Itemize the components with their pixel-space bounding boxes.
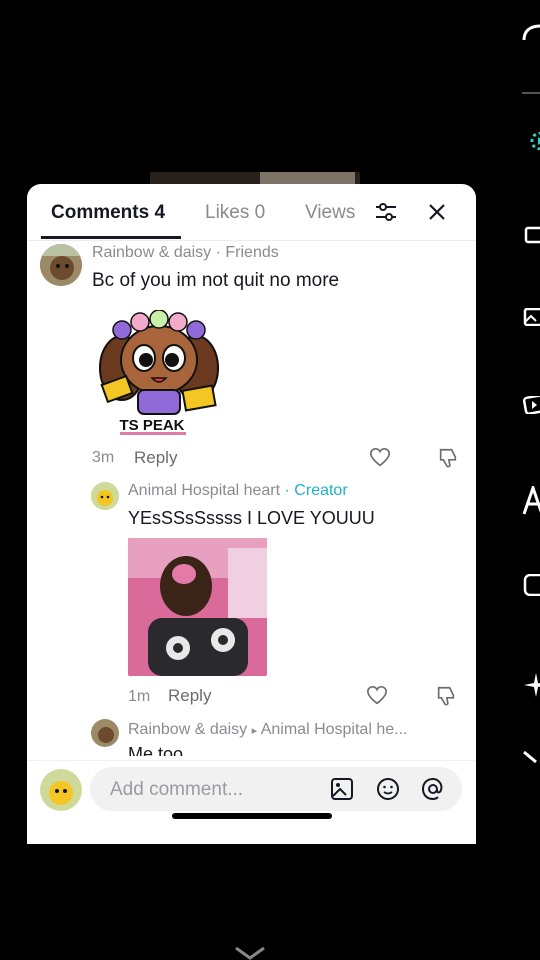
right-toolbar <box>510 0 540 960</box>
comment-meta: Rainbow & daisy · Friends <box>92 244 279 262</box>
reply-item: Rainbow & daisy ▸ Animal Hospital he... … <box>27 716 476 756</box>
reply-item: Animal Hospital heart · Creator YEsSSsSs… <box>27 478 476 718</box>
gif-image <box>128 538 267 676</box>
comment-author[interactable]: Animal Hospital heart <box>128 482 280 499</box>
comment-author[interactable]: Rainbow & daisy <box>128 721 247 738</box>
avatar[interactable] <box>91 482 119 510</box>
comment-meta: Animal Hospital heart · Creator <box>128 482 348 500</box>
tab-views[interactable]: Views <box>305 202 355 224</box>
comment-input-bar <box>27 760 476 844</box>
comment-author[interactable]: Rainbow & daisy <box>92 244 211 261</box>
heart-icon[interactable] <box>369 447 391 469</box>
effects-icon[interactable] <box>522 132 540 150</box>
at-icon[interactable] <box>421 777 445 801</box>
share-icon[interactable] <box>522 22 540 40</box>
chevron-down-icon[interactable] <box>522 748 540 766</box>
reply-button[interactable]: Reply <box>134 448 177 468</box>
photo-icon[interactable] <box>522 308 540 326</box>
comment-item: Rainbow & daisy · Friends Bc of you im n… <box>27 240 476 480</box>
chevron-down-icon[interactable] <box>232 946 268 960</box>
comment-time: 3m <box>92 449 115 466</box>
sliders-icon[interactable] <box>374 200 398 224</box>
thumbs-down-icon[interactable] <box>437 447 459 469</box>
avatar[interactable] <box>91 719 119 747</box>
tab-comments[interactable]: Comments 4 <box>51 202 165 224</box>
thumbs-down-icon[interactable] <box>435 685 457 707</box>
comment-input[interactable] <box>108 767 322 813</box>
heart-icon[interactable] <box>366 685 388 707</box>
divider <box>522 92 540 94</box>
reply-button[interactable]: Reply <box>168 686 211 706</box>
tab-likes[interactable]: Likes 0 <box>205 202 265 224</box>
comment-text: YEsSSsSssss I LOVE YOUUU <box>128 508 375 528</box>
image-icon[interactable] <box>330 777 354 801</box>
close-icon[interactable] <box>425 200 449 224</box>
comment-text: Me too <box>128 744 184 756</box>
video-icon[interactable] <box>522 396 540 414</box>
avatar <box>40 769 82 811</box>
creator-badge: · Creator <box>284 482 348 499</box>
sparkle-icon[interactable] <box>522 672 540 698</box>
avatar[interactable] <box>40 244 82 286</box>
comments-sheet: Comments 4 Likes 0 Views Rainbow & daisy… <box>27 184 476 844</box>
active-tab-indicator <box>41 236 181 239</box>
sticker-caption: TS PEAK <box>119 417 184 434</box>
emoji-icon[interactable] <box>376 777 400 801</box>
comment-time: 1m <box>128 688 151 705</box>
comment-tag: · Friends <box>215 244 279 261</box>
comment-meta: Rainbow & daisy ▸ Animal Hospital he... <box>128 721 407 739</box>
tab-bar: Comments 4 Likes 0 Views <box>27 184 476 241</box>
reply-arrow-icon: ▸ <box>251 725 258 737</box>
reply-to-name[interactable]: Animal Hospital he... <box>261 721 408 738</box>
sticker-image: TS PEAK <box>92 309 226 436</box>
home-indicator <box>172 813 332 819</box>
text-icon[interactable] <box>522 486 540 516</box>
comment-text: Bc of you im not quit no more <box>92 270 340 291</box>
comment-input-pill <box>90 767 462 813</box>
phone-icon[interactable] <box>522 226 540 244</box>
sticker-icon[interactable] <box>522 574 540 596</box>
